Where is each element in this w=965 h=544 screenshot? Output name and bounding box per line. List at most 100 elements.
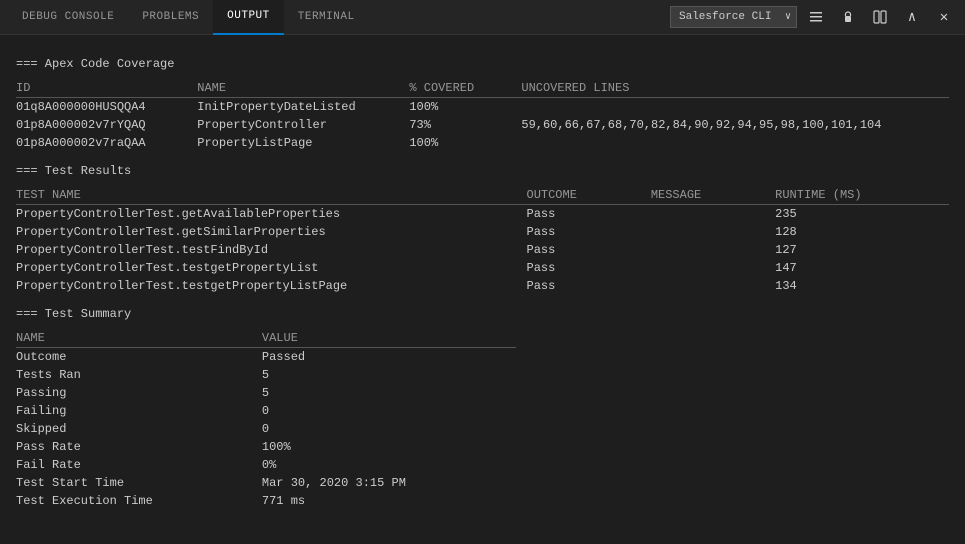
results-row: PropertyControllerTest.testgetPropertyLi… (16, 277, 949, 295)
summary-cell-value: 0 (262, 402, 516, 420)
coverage-cell-uncovered: 59,60,66,67,68,70,82,84,90,92,94,95,98,1… (521, 116, 949, 134)
results-row: PropertyControllerTest.testFindById Pass… (16, 241, 949, 259)
coverage-cell-uncovered (521, 134, 949, 152)
summary-row: Skipped 0 (16, 420, 516, 438)
results-row: PropertyControllerTest.testgetPropertyLi… (16, 259, 949, 277)
summary-cell-value: 0% (262, 456, 516, 474)
results-cell-name: PropertyControllerTest.getAvailablePrope… (16, 205, 527, 224)
summary-cell-name: Test Start Time (16, 474, 262, 492)
dropdown-wrapper: Salesforce CLI ∨ (670, 6, 797, 28)
coverage-col-name: NAME (197, 79, 409, 98)
coverage-cell-id: 01p8A000002v7raQAA (16, 134, 197, 152)
coverage-row: 01q8A000000HUSQQA4 InitPropertyDateListe… (16, 98, 949, 117)
results-col-outcome: OUTCOME (527, 186, 651, 205)
results-cell-message (651, 277, 775, 295)
results-cell-name: PropertyControllerTest.getSimilarPropert… (16, 223, 527, 241)
results-col-name: TEST NAME (16, 186, 527, 205)
tab-output[interactable]: OUTPUT (213, 0, 284, 35)
lock-icon[interactable] (835, 4, 861, 30)
output-area[interactable]: === Apex Code Coverage ID NAME % COVERED… (0, 35, 965, 544)
summary-cell-value: 5 (262, 384, 516, 402)
results-cell-message (651, 223, 775, 241)
results-cell-message (651, 205, 775, 224)
results-cell-outcome: Pass (527, 223, 651, 241)
summary-cell-value: 0 (262, 420, 516, 438)
summary-cell-name: Skipped (16, 420, 262, 438)
results-cell-name: PropertyControllerTest.testgetPropertyLi… (16, 259, 527, 277)
summary-col-value: VALUE (262, 329, 516, 348)
tab-debug-console[interactable]: DEBUG CONSOLE (8, 0, 128, 35)
results-row: PropertyControllerTest.getSimilarPropert… (16, 223, 949, 241)
summary-row: Tests Ran 5 (16, 366, 516, 384)
summary-col-name: NAME (16, 329, 262, 348)
results-cell-outcome: Pass (527, 205, 651, 224)
summary-cell-value: 100% (262, 438, 516, 456)
results-cell-outcome: Pass (527, 277, 651, 295)
results-cell-outcome: Pass (527, 241, 651, 259)
coverage-cell-pct: 73% (409, 116, 521, 134)
collapse-icon[interactable]: ∧ (899, 4, 925, 30)
summary-cell-value: 5 (262, 366, 516, 384)
summary-cell-name: Test Execution Time (16, 492, 262, 510)
coverage-cell-pct: 100% (409, 134, 521, 152)
summary-row: Test Start Time Mar 30, 2020 3:15 PM (16, 474, 516, 492)
test-summary-header: === Test Summary (16, 307, 949, 321)
results-cell-runtime: 128 (775, 223, 949, 241)
coverage-section: === Apex Code Coverage ID NAME % COVERED… (16, 57, 949, 152)
close-icon[interactable]: ✕ (931, 4, 957, 30)
test-results-section: === Test Results TEST NAME OUTCOME MESSA… (16, 164, 949, 295)
summary-cell-name: Pass Rate (16, 438, 262, 456)
summary-cell-name: Fail Rate (16, 456, 262, 474)
coverage-row: 01p8A000002v7raQAA PropertyListPage 100% (16, 134, 949, 152)
output-source-dropdown[interactable]: Salesforce CLI (670, 6, 797, 28)
coverage-col-id: ID (16, 79, 197, 98)
tab-terminal[interactable]: TERMINAL (284, 0, 369, 35)
test-summary-section: === Test Summary NAME VALUE Outcome Pass… (16, 307, 949, 510)
summary-row: Outcome Passed (16, 348, 516, 367)
results-cell-runtime: 134 (775, 277, 949, 295)
summary-cell-name: Outcome (16, 348, 262, 367)
results-row: PropertyControllerTest.getAvailablePrope… (16, 205, 949, 224)
summary-cell-value: Passed (262, 348, 516, 367)
coverage-col-uncovered: UNCOVERED LINES (521, 79, 949, 98)
tab-bar-actions: Salesforce CLI ∨ ∧ ✕ (670, 4, 957, 30)
results-table: TEST NAME OUTCOME MESSAGE RUNTIME (MS) P… (16, 186, 949, 295)
tab-bar: DEBUG CONSOLE PROBLEMS OUTPUT TERMINAL S… (0, 0, 965, 35)
toggle-lines-icon[interactable] (803, 4, 829, 30)
summary-cell-value: Mar 30, 2020 3:15 PM (262, 474, 516, 492)
summary-table: NAME VALUE Outcome Passed Tests Ran 5 Pa… (16, 329, 516, 510)
results-col-runtime: RUNTIME (MS) (775, 186, 949, 205)
results-cell-name: PropertyControllerTest.testFindById (16, 241, 527, 259)
summary-row: Test Execution Time 771 ms (16, 492, 516, 510)
coverage-cell-name: PropertyListPage (197, 134, 409, 152)
tab-problems[interactable]: PROBLEMS (128, 0, 213, 35)
summary-row: Failing 0 (16, 402, 516, 420)
summary-row: Pass Rate 100% (16, 438, 516, 456)
coverage-cell-name: PropertyController (197, 116, 409, 134)
results-cell-message (651, 259, 775, 277)
coverage-table: ID NAME % COVERED UNCOVERED LINES 01q8A0… (16, 79, 949, 152)
results-col-message: MESSAGE (651, 186, 775, 205)
results-cell-runtime: 235 (775, 205, 949, 224)
results-cell-runtime: 127 (775, 241, 949, 259)
coverage-row: 01p8A000002v7rYQAQ PropertyController 73… (16, 116, 949, 134)
results-cell-name: PropertyControllerTest.testgetPropertyLi… (16, 277, 527, 295)
summary-row: Fail Rate 0% (16, 456, 516, 474)
coverage-cell-id: 01q8A000000HUSQQA4 (16, 98, 197, 117)
coverage-cell-id: 01p8A000002v7rYQAQ (16, 116, 197, 134)
coverage-cell-pct: 100% (409, 98, 521, 117)
split-editor-icon[interactable] (867, 4, 893, 30)
coverage-cell-uncovered (521, 98, 949, 117)
coverage-header: === Apex Code Coverage (16, 57, 949, 71)
summary-row: Passing 5 (16, 384, 516, 402)
results-cell-message (651, 241, 775, 259)
summary-cell-name: Passing (16, 384, 262, 402)
summary-cell-value: 771 ms (262, 492, 516, 510)
results-cell-runtime: 147 (775, 259, 949, 277)
summary-cell-name: Tests Ran (16, 366, 262, 384)
coverage-cell-name: InitPropertyDateListed (197, 98, 409, 117)
coverage-col-pct: % COVERED (409, 79, 521, 98)
test-results-header: === Test Results (16, 164, 949, 178)
results-cell-outcome: Pass (527, 259, 651, 277)
summary-cell-name: Failing (16, 402, 262, 420)
